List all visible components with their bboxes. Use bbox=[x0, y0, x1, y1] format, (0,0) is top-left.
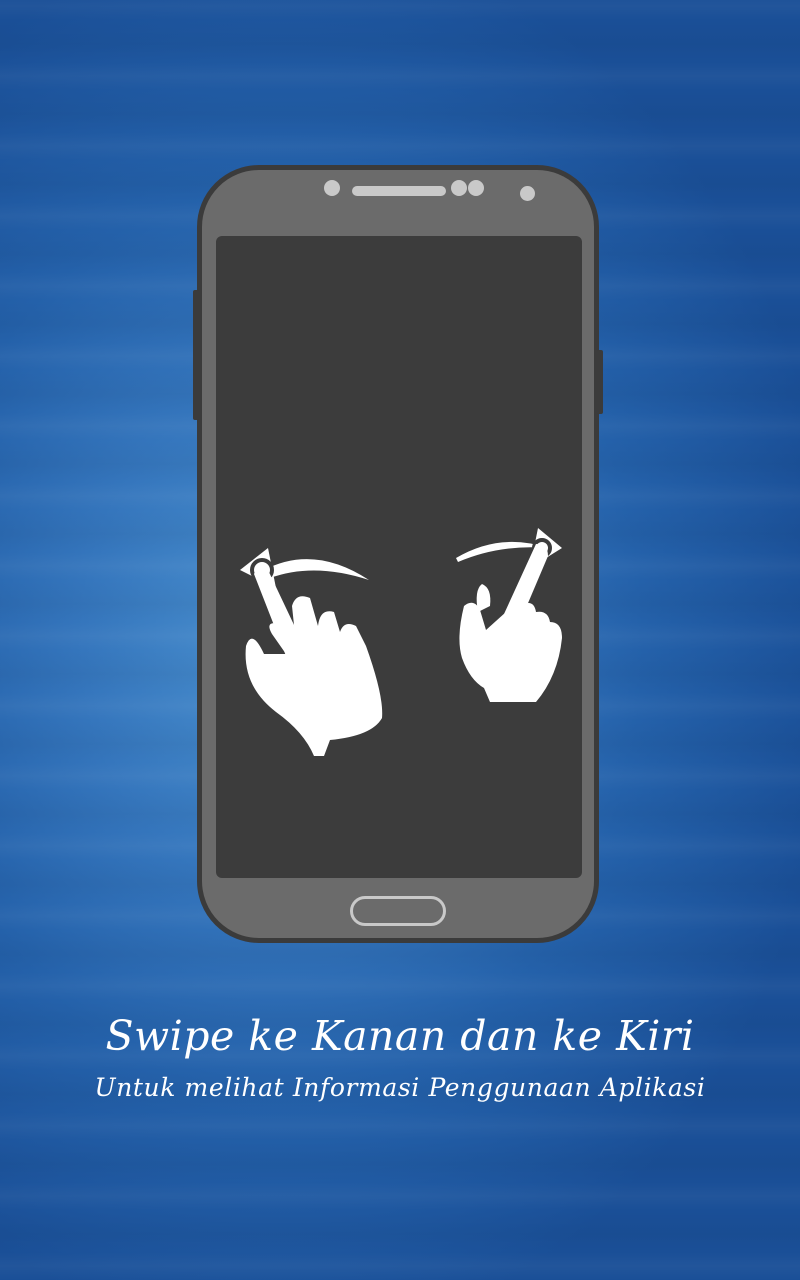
phone-sensor-dot bbox=[324, 180, 340, 196]
swipe-right-hand-icon bbox=[456, 528, 562, 702]
phone-sensor-dot bbox=[451, 180, 467, 196]
phone-volume-button bbox=[193, 290, 199, 420]
phone-home-button bbox=[350, 896, 446, 926]
phone-sensor-dot bbox=[468, 180, 484, 196]
phone-screen bbox=[216, 236, 582, 878]
phone-illustration bbox=[193, 165, 603, 943]
swipe-left-hand-icon bbox=[240, 548, 383, 756]
tutorial-subtitle: Untuk melihat Informasi Penggunaan Aplik… bbox=[94, 1073, 706, 1102]
phone-speaker bbox=[352, 186, 446, 196]
phone-power-button bbox=[597, 350, 603, 414]
tutorial-title: Swipe ke Kanan dan ke Kiri bbox=[105, 1012, 695, 1060]
tutorial-screen[interactable]: { "tutorial": { "title": "Swipe ke Kanan… bbox=[0, 0, 800, 1280]
phone-camera-dot bbox=[520, 186, 535, 201]
